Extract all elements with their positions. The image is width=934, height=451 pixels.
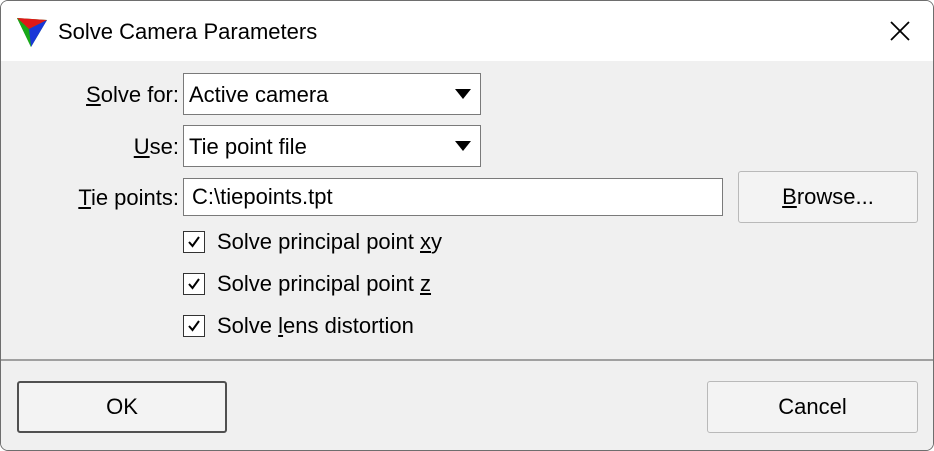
solve-for-label: Solve for:: [86, 82, 179, 107]
solve-for-value: Active camera: [189, 82, 329, 107]
dialog-footer: OK Cancel: [1, 361, 933, 450]
checkbox-label: Solve principal point z: [217, 271, 432, 296]
close-button[interactable]: [873, 9, 927, 53]
use-dropdown-arrow[interactable]: [446, 126, 480, 166]
dialog-window: Solve Camera Parameters Solve for: Activ…: [0, 0, 934, 451]
checkbox-box[interactable]: [183, 315, 205, 337]
form-body: Solve for: Active camera Use: Tie point …: [1, 61, 933, 361]
browse-button[interactable]: Browse...: [738, 171, 918, 223]
tie-points-input[interactable]: C:\tiepoints.tpt: [183, 178, 723, 216]
use-value: Tie point file: [189, 134, 307, 159]
checkmark-icon: [188, 320, 200, 332]
checkmark-icon: [188, 278, 200, 290]
app-icon: [17, 18, 47, 47]
solve-principal-point-xy-checkbox[interactable]: Solve principal point xy: [183, 227, 442, 257]
window-title: Solve Camera Parameters: [58, 19, 318, 44]
solve-principal-point-z-checkbox[interactable]: Solve principal point z: [183, 269, 431, 299]
chevron-down-icon: [455, 141, 471, 151]
use-dropdown[interactable]: Tie point file: [183, 125, 481, 167]
cancel-button[interactable]: Cancel: [707, 381, 918, 433]
checkbox-label: Solve lens distortion: [217, 313, 414, 338]
checkbox-box[interactable]: [183, 273, 205, 295]
ok-button[interactable]: OK: [17, 381, 227, 433]
use-label: Use:: [133, 134, 179, 159]
tie-points-label: Tie points:: [78, 185, 179, 210]
solve-lens-distortion-checkbox[interactable]: Solve lens distortion: [183, 311, 414, 341]
solve-for-dropdown-arrow[interactable]: [446, 74, 480, 114]
checkmark-icon: [188, 236, 200, 248]
solve-for-dropdown[interactable]: Active camera: [183, 73, 481, 115]
close-icon: [890, 21, 910, 41]
checkbox-box[interactable]: [183, 231, 205, 253]
title-bar[interactable]: Solve Camera Parameters: [1, 1, 933, 61]
chevron-down-icon: [455, 89, 471, 99]
checkbox-label: Solve principal point xy: [217, 229, 443, 254]
